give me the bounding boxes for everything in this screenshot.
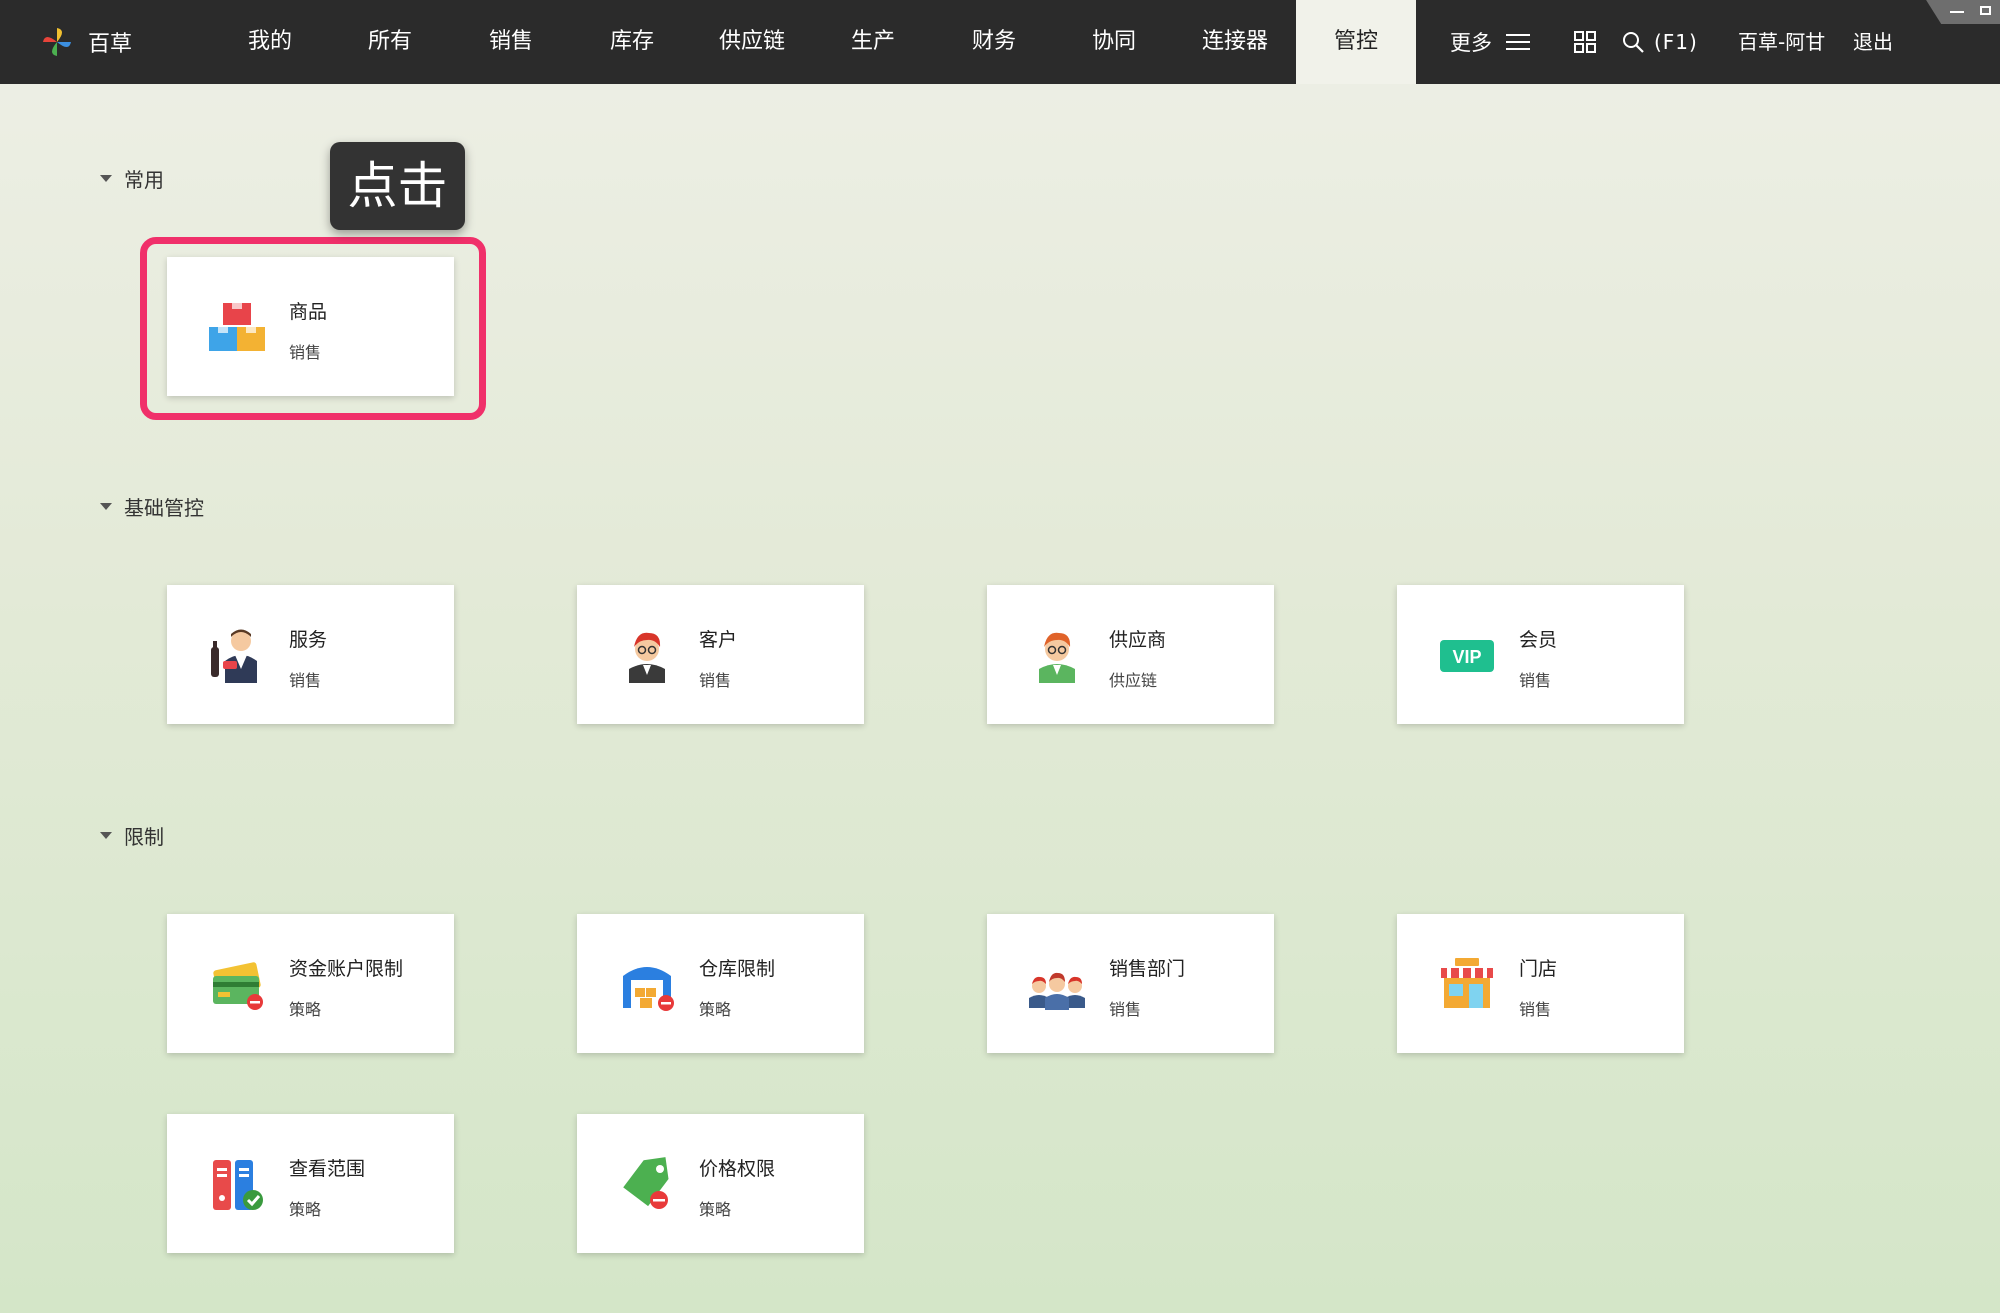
supplier-avatar-icon xyxy=(1039,632,1075,683)
app-grid-icon[interactable] xyxy=(1574,31,1596,53)
card-price-permission[interactable]: 价格权限 策略 xyxy=(577,1114,864,1253)
hamburger-menu-icon xyxy=(1506,34,1530,50)
card-title: 供应商 xyxy=(1109,629,1167,651)
shop-icon xyxy=(1441,958,1493,1008)
card-title: 服务 xyxy=(289,629,328,651)
binder-check-icon xyxy=(213,1160,263,1210)
section-header-common[interactable]: 常用 xyxy=(100,164,164,193)
card-title: 客户 xyxy=(699,629,738,651)
card-title: 会员 xyxy=(1519,629,1558,651)
card-title: 资金账户限制 xyxy=(289,958,404,980)
card-subtitle: 销售 xyxy=(289,671,322,690)
section-header-basic-control[interactable]: 基础管控 xyxy=(100,492,204,521)
card-subtitle: 供应链 xyxy=(1109,671,1158,690)
search-shortcut-label: (F1) xyxy=(1654,30,1698,54)
collapse-caret-icon xyxy=(100,503,112,510)
nav-tab-collaboration[interactable]: 协同 xyxy=(1092,0,1136,84)
nav-tab-sales[interactable]: 销售 xyxy=(489,0,533,84)
card-warehouse-limit[interactable]: 仓库限制 策略 xyxy=(577,914,864,1053)
card-supplier[interactable]: 供应商 供应链 xyxy=(987,585,1274,724)
collapse-caret-icon xyxy=(100,175,112,182)
section-title: 限制 xyxy=(124,825,164,849)
brand-name: 百草 xyxy=(88,32,133,57)
search-icon xyxy=(1623,32,1644,53)
card-service[interactable]: 服务 销售 xyxy=(167,585,454,724)
search-button[interactable]: (F1) xyxy=(1622,0,1698,84)
price-tag-icon xyxy=(623,1157,669,1209)
card-title: 查看范围 xyxy=(289,1158,366,1180)
card-subtitle: 销售 xyxy=(1519,1000,1552,1019)
warehouse-limit-icon xyxy=(623,967,674,1011)
card-sales-dept[interactable]: 销售部门 销售 xyxy=(987,914,1274,1053)
nav-tab-mine[interactable]: 我的 xyxy=(248,0,292,84)
click-hint-tooltip: 点击 xyxy=(330,142,465,230)
maximize-icon[interactable] xyxy=(1980,6,1991,15)
vip-badge-text: VIP xyxy=(1452,647,1481,667)
nav-tab-control[interactable]: 管控 xyxy=(1296,0,1416,84)
window-controls xyxy=(1926,0,2000,24)
brand[interactable]: 百草 xyxy=(40,22,132,62)
card-subtitle: 策略 xyxy=(289,1200,322,1219)
vip-icon: VIP xyxy=(1440,640,1494,672)
card-title: 价格权限 xyxy=(699,1158,776,1180)
section-title: 基础管控 xyxy=(124,496,204,520)
top-nav-bar: 百草 我的 所有 销售 库存 供应链 生产 财务 协同 连接器 管控 更多 (F… xyxy=(0,0,2000,84)
nav-tab-inventory[interactable]: 库存 xyxy=(610,0,654,84)
card-customer[interactable]: 客户 销售 xyxy=(577,585,864,724)
card-title: 门店 xyxy=(1519,958,1558,980)
card-title: 销售部门 xyxy=(1109,958,1186,980)
nav-tab-finance[interactable]: 财务 xyxy=(972,0,1016,84)
card-subtitle: 策略 xyxy=(289,1000,322,1019)
card-limit-icon xyxy=(213,962,263,1010)
card-subtitle: 策略 xyxy=(699,1200,732,1219)
minimize-icon[interactable] xyxy=(1950,11,1964,13)
nav-tab-all[interactable]: 所有 xyxy=(368,0,412,84)
card-view-scope[interactable]: 查看范围 策略 xyxy=(167,1114,454,1253)
section-header-limits[interactable]: 限制 xyxy=(100,821,164,850)
card-subtitle: 销售 xyxy=(1109,1000,1142,1019)
more-menu-button[interactable]: 更多 xyxy=(1450,0,1530,84)
card-subtitle: 策略 xyxy=(699,1000,732,1019)
card-subtitle: 销售 xyxy=(1519,671,1552,690)
collapse-caret-icon xyxy=(100,832,112,839)
card-subtitle: 销售 xyxy=(699,671,732,690)
nav-tab-supply-chain[interactable]: 供应链 xyxy=(719,0,785,84)
card-member[interactable]: VIP 会员 销售 xyxy=(1397,585,1684,724)
nav-tab-connector[interactable]: 连接器 xyxy=(1202,0,1268,84)
nav-tab-production[interactable]: 生产 xyxy=(851,0,895,84)
logout-button[interactable]: 退出 xyxy=(1853,0,1893,84)
section-title: 常用 xyxy=(124,168,164,192)
customer-avatar-icon xyxy=(629,632,665,683)
waiter-icon xyxy=(211,629,257,683)
team-icon xyxy=(1029,972,1085,1010)
user-name[interactable]: 百草-阿甘 xyxy=(1738,0,1825,84)
card-title: 仓库限制 xyxy=(699,958,776,980)
card-store[interactable]: 门店 销售 xyxy=(1397,914,1684,1053)
card-fund-account-limit[interactable]: 资金账户限制 策略 xyxy=(167,914,454,1053)
more-label: 更多 xyxy=(1450,31,1492,55)
pinwheel-logo-icon xyxy=(43,28,71,56)
click-highlight-frame xyxy=(140,237,486,420)
